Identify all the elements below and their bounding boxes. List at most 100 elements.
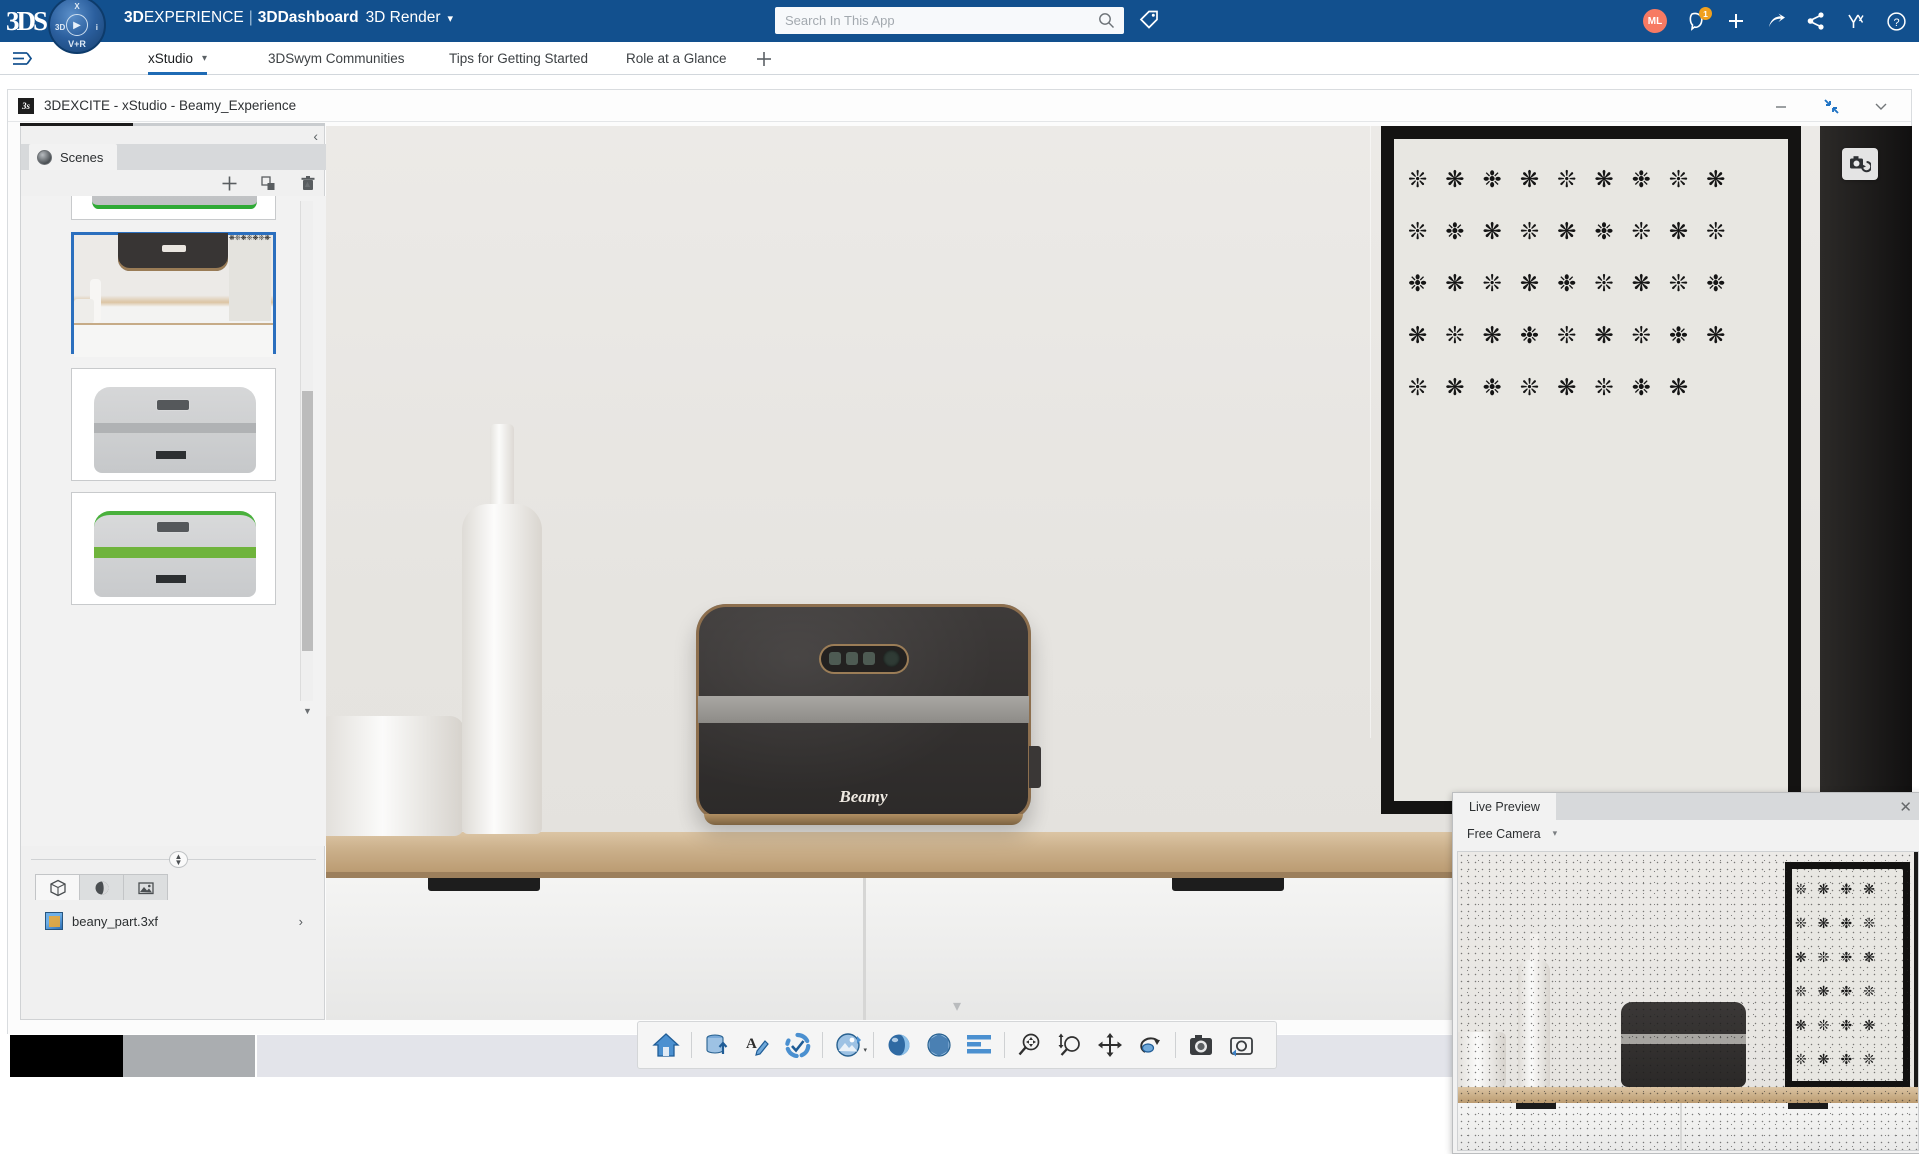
tab-images[interactable]	[123, 874, 168, 900]
rotate-button[interactable]	[1130, 1025, 1170, 1065]
compass-west-label: 3D	[55, 23, 65, 32]
chevron-down-icon[interactable]: ▾	[448, 13, 454, 25]
zoom-vertical-button[interactable]	[1050, 1025, 1090, 1065]
tab-xstudio[interactable]: xStudio ▾	[148, 42, 207, 75]
scrollbar-thumb[interactable]	[302, 391, 313, 651]
material-button[interactable]	[879, 1025, 919, 1065]
scrollbar-up-arrow[interactable]: ▲	[303, 179, 312, 189]
duplicate-scene-button[interactable]	[260, 175, 277, 192]
preview-render-noise	[1458, 852, 1918, 1150]
tab-scenes[interactable]: Scenes	[29, 144, 117, 170]
menu-icon[interactable]	[12, 50, 32, 67]
forward-arrow-icon[interactable]	[1765, 10, 1787, 32]
home-button[interactable]	[646, 1025, 686, 1065]
speaker-button-1	[829, 652, 841, 665]
add-scene-button[interactable]	[221, 175, 238, 192]
scene-list-scrollbar[interactable]: ▲ ▼	[300, 201, 313, 701]
scene-thumbnail-list[interactable]: ❋❊❋❊❋❊❋❊❋❊❋❊❋❊❋❊❋❊❋❊❋❊	[21, 196, 326, 846]
scenes-panel: ‹ Scenes	[20, 126, 325, 1020]
cabinet-foot-right	[1172, 878, 1284, 891]
notification-bell-icon[interactable]: 1	[1685, 10, 1707, 32]
scene-thumbnail-2[interactable]: ❋❊❋❊❋❊❋❊❋❊❋❊❋❊❋❊❋❊❋❊❋❊	[71, 232, 276, 354]
live-preview-panel[interactable]: Live Preview ✕ Free Camera ▾ ❊❋❉❋❊❋❉❊❋❊❉…	[1452, 792, 1919, 1154]
tag-icon[interactable]	[1138, 8, 1160, 30]
beamy-speaker-model[interactable]: Beamy	[696, 604, 1031, 819]
live-preview-camera-selector[interactable]: Free Camera ▾	[1453, 820, 1919, 847]
scene-thumbnail-3[interactable]	[71, 368, 276, 481]
search-icon[interactable]	[1098, 12, 1115, 29]
scenes-toolbar	[221, 170, 316, 196]
cabinet-foot-left	[428, 878, 540, 891]
window-controls	[1771, 90, 1903, 122]
chevron-down-icon[interactable]: ▾	[1553, 828, 1558, 839]
tab-tips-for-getting-started[interactable]: Tips for Getting Started	[449, 42, 588, 75]
live-preview-render-image: ❊❋❉❋❊❋❉❊❋❊❉❋❊❋❉❊❋❊❉❋❊❋❉❊❋❊❉❋	[1457, 851, 1919, 1151]
add-tab-button[interactable]	[755, 42, 773, 75]
live-preview-tab[interactable]: Live Preview	[1453, 793, 1556, 820]
pan-button[interactable]	[1090, 1025, 1130, 1065]
save-to-database-button[interactable]	[697, 1025, 737, 1065]
scene-thumbnail-4[interactable]	[71, 492, 276, 605]
chevron-right-icon[interactable]: ›	[299, 914, 303, 929]
zoom-button[interactable]	[1010, 1025, 1050, 1065]
sync-update-button[interactable]	[777, 1025, 817, 1065]
xstudio-application-window: 3s 3DEXCITE - xStudio - Beamy_Experience…	[7, 89, 1912, 1075]
help-question-icon[interactable]: ?	[1885, 10, 1907, 32]
brand-title: 3DEXPERIENCE|3DDashboard3D Render▾	[124, 9, 453, 27]
brand-separator: |	[249, 9, 253, 26]
layers-button[interactable]	[959, 1025, 999, 1065]
tab-scenes-label: Scenes	[60, 150, 103, 165]
tab-materials[interactable]	[79, 874, 124, 900]
top-bar-right-icons: ML 1 ?	[1643, 0, 1907, 42]
application-title: 3DEXCITE - xStudio - Beamy_Experience	[44, 98, 296, 113]
splitter-grip-handle[interactable]: ▲ ▼	[169, 851, 188, 868]
annotate-button[interactable]: A	[737, 1025, 777, 1065]
scene-globe-icon	[37, 150, 52, 165]
cabinet-seam	[863, 878, 866, 1020]
current-app-name: 3D Render	[366, 9, 441, 26]
refresh-render-button[interactable]	[1842, 148, 1878, 180]
chevron-down-icon[interactable]: ▾	[202, 53, 207, 64]
tab-3dswym-communities[interactable]: 3DSwym Communities	[268, 42, 405, 75]
plus-icon[interactable]	[1725, 10, 1747, 32]
product-tree-item[interactable]: beany_part.3xf ›	[35, 908, 313, 934]
tab-role-at-a-glance[interactable]: Role at a Glance	[626, 42, 727, 75]
scene-dark-wall	[1820, 126, 1912, 886]
brand-3d: 3D	[124, 9, 144, 26]
compass-3dexperience-icon[interactable]	[1845, 10, 1867, 32]
panel-splitter[interactable]: ▲ ▼	[31, 851, 316, 867]
environment-button[interactable]: ▾	[828, 1025, 868, 1065]
restore-down-button[interactable]	[1821, 96, 1841, 116]
scene-picture-frame: ❊❋❉❋❊❋❉❊❋❊❉❋❊❋❉❊❋❊❉❋❊❋❉❊❋❊❉❋❊❋❉❊❋❊❉❋❊❋❉❊…	[1381, 126, 1801, 814]
window-more-button[interactable]	[1871, 96, 1891, 116]
close-icon[interactable]: ✕	[1899, 798, 1912, 816]
minimize-button[interactable]	[1771, 96, 1791, 116]
notification-count-badge: 1	[1699, 7, 1712, 20]
viewport-collapse-chevron-down-icon[interactable]: ▾	[953, 996, 961, 1016]
3d-part-icon	[45, 912, 63, 930]
tab-label: Tips for Getting Started	[449, 51, 588, 66]
compass-south-label: V+R	[68, 39, 86, 49]
tab-products[interactable]	[35, 874, 80, 900]
3dexcite-icon: 3s	[18, 98, 34, 114]
panel-collapse-chevron-left-icon[interactable]: ‹	[313, 128, 318, 144]
tab-label: xStudio	[148, 51, 193, 66]
scrollbar-down-arrow[interactable]: ▼	[303, 706, 312, 716]
speaker-side-tab	[1029, 746, 1041, 788]
dashboard-tab-strip: xStudio ▾ 3DSwym Communities Tips for Ge…	[0, 42, 1919, 75]
avatar[interactable]: ML	[1643, 9, 1667, 33]
tab-label: Role at a Glance	[626, 51, 727, 66]
brand-dashboard: 3DDashboard	[258, 9, 359, 26]
search-box[interactable]	[775, 7, 1124, 34]
search-input[interactable]	[785, 13, 1085, 28]
snapshot-camera-button[interactable]	[1221, 1025, 1261, 1065]
chevron-down-icon[interactable]: ▾	[863, 1046, 867, 1054]
scene-thumbnail-1[interactable]	[71, 196, 276, 220]
tab-label: 3DSwym Communities	[268, 51, 405, 66]
scene-bowl	[326, 716, 464, 836]
camera-aperture-button[interactable]	[919, 1025, 959, 1065]
share-node-icon[interactable]	[1805, 10, 1827, 32]
bottle-body	[462, 504, 542, 834]
render-camera-button[interactable]	[1181, 1025, 1221, 1065]
product-tree-item-label: beany_part.3xf	[72, 914, 158, 929]
